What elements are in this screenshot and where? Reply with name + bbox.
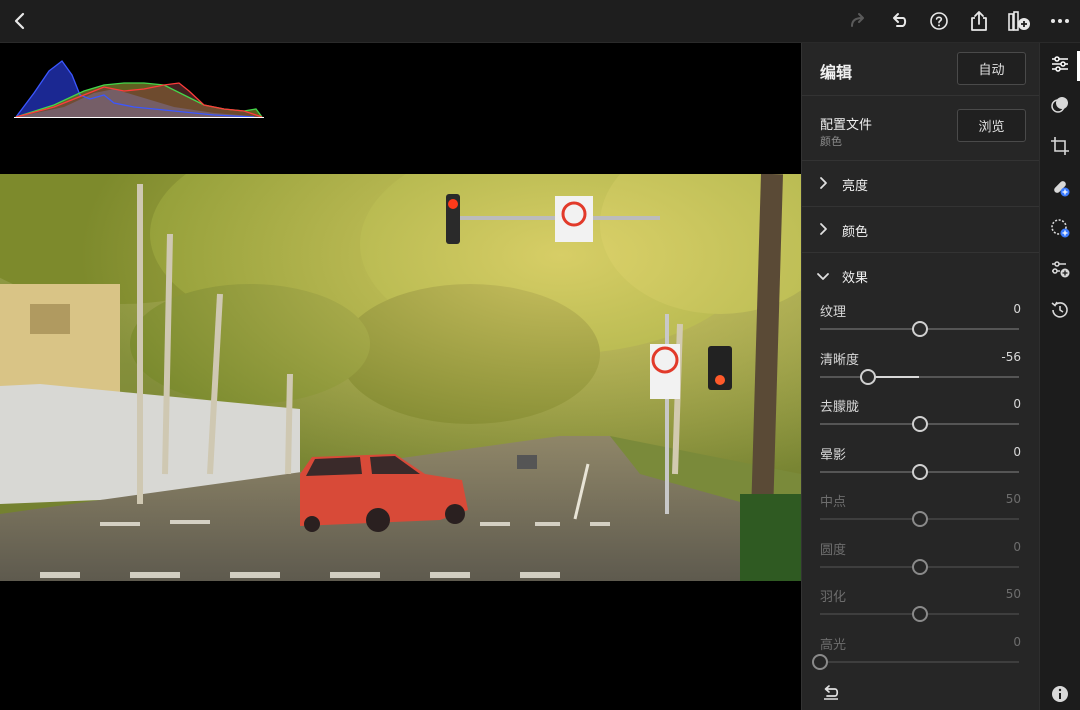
slider-value: 50 (1005, 587, 1021, 601)
versions-icon[interactable] (1049, 258, 1071, 280)
masking-icon[interactable] (1049, 217, 1071, 239)
edit-sliders-icon[interactable] (1049, 53, 1071, 75)
slider-value: 0 (1013, 634, 1021, 649)
slider-label: 羽化 (820, 590, 847, 605)
slider-knob (911, 511, 928, 527)
slider-row[interactable]: 清晰度 -56 (802, 349, 1039, 397)
add-to-album-icon[interactable] (1007, 9, 1031, 33)
browse-button[interactable]: 浏览 (957, 109, 1026, 142)
slider-knob[interactable] (911, 416, 928, 432)
slider-value: 0 (1013, 539, 1021, 554)
section-color[interactable]: 颜色 (802, 207, 1039, 253)
slider-label: 高光 (820, 637, 847, 653)
slider-track[interactable] (820, 375, 1019, 378)
back-icon[interactable] (8, 9, 32, 33)
slider-knob (812, 653, 828, 670)
slider-row[interactable]: 纹理 0 (802, 301, 1039, 349)
slider-label: 圆度 (820, 542, 847, 558)
slider-value: 0 (1013, 444, 1021, 459)
undo-icon[interactable] (887, 9, 911, 33)
slider-label: 清晰度 (820, 352, 860, 368)
chevron-down-icon (817, 273, 829, 280)
help-icon[interactable] (927, 9, 951, 33)
slider-value: 50 (1005, 492, 1021, 506)
slider-knob (911, 606, 928, 622)
top-toolbar (0, 0, 1080, 43)
panel-header: 编辑 自动 (802, 43, 1039, 96)
slider-row: 高光 0 (802, 634, 1039, 682)
slider-row[interactable]: 晕影 0 (802, 444, 1039, 492)
profile-row[interactable]: 配置文件 颜色 浏览 (802, 96, 1039, 161)
share-icon[interactable] (967, 9, 991, 33)
section-light[interactable]: 亮度 (802, 161, 1039, 207)
photo-canvas[interactable] (0, 43, 801, 710)
more-icon[interactable] (1048, 9, 1072, 33)
slider-row: 中点 50 (802, 491, 1039, 539)
slider-row[interactable]: 去朦胧 0 (802, 396, 1039, 444)
section-label: 颜色 (842, 225, 869, 240)
section-label: 效果 (842, 271, 869, 286)
section-effects[interactable]: 效果 (802, 253, 1039, 298)
slider-knob[interactable] (859, 368, 876, 385)
slider-label: 中点 (820, 495, 847, 510)
slider-label: 去朦胧 (820, 400, 860, 415)
slider-value: 0 (1013, 397, 1021, 411)
auto-button[interactable]: 自动 (957, 52, 1026, 85)
edit-panel: 编辑 自动 配置文件 颜色 浏览 亮度 颜色 效果 纹理 0 清晰度 -56 去朦胧 0 晕… (801, 43, 1039, 710)
profile-label: 配置文件 (820, 118, 873, 133)
slider-value: -56 (1001, 349, 1021, 364)
panel-title: 编辑 (820, 63, 853, 82)
healing-icon[interactable] (1049, 176, 1071, 198)
info-icon[interactable] (1049, 683, 1071, 705)
chevron-right-icon (820, 177, 827, 189)
tool-rail (1039, 43, 1080, 710)
slider-label: 晕影 (820, 447, 847, 463)
chevron-right-icon (820, 223, 827, 235)
edited-photo[interactable] (0, 174, 801, 581)
presets-icon[interactable] (1049, 94, 1071, 116)
histogram (14, 55, 264, 121)
slider-knob (911, 558, 928, 575)
section-label: 亮度 (842, 179, 869, 194)
slider-value: 0 (1013, 302, 1021, 316)
slider-knob[interactable] (911, 321, 928, 337)
profile-value: 颜色 (820, 135, 842, 148)
history-icon[interactable] (1049, 299, 1071, 321)
slider-knob[interactable] (911, 463, 928, 480)
slider-track (820, 660, 1019, 663)
reset-icon[interactable] (821, 684, 841, 700)
slider-label: 纹理 (820, 305, 847, 320)
slider-row: 圆度 0 (802, 539, 1039, 587)
slider-row: 羽化 50 (802, 586, 1039, 634)
crop-icon[interactable] (1049, 135, 1071, 157)
redo-icon[interactable] (846, 9, 870, 33)
